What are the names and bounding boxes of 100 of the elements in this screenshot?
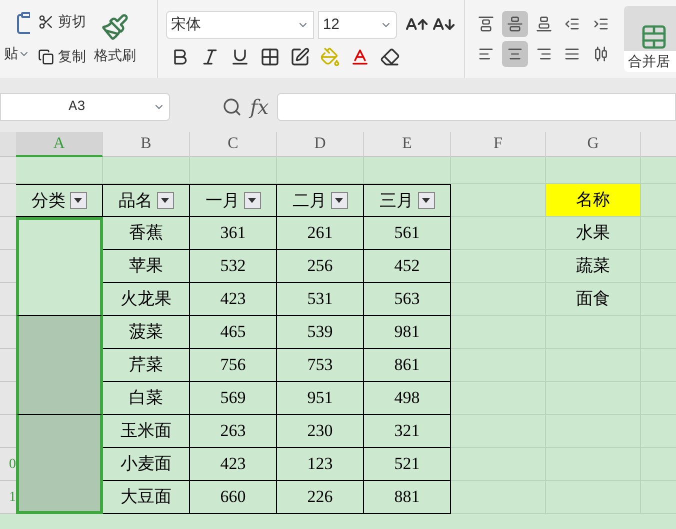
column-header[interactable]: C <box>190 132 277 157</box>
align-top-icon <box>478 16 494 32</box>
format-painter-button[interactable]: 格式刷 <box>94 0 136 78</box>
empty-cell[interactable] <box>364 157 451 184</box>
table-cell: 660 <box>190 481 277 514</box>
empty-cell[interactable] <box>190 157 277 184</box>
column-header[interactable]: D <box>277 132 364 157</box>
copy-icon <box>38 48 54 64</box>
table-cell: 香蕉 <box>103 217 190 250</box>
table-cell: 452 <box>364 250 451 283</box>
table-cell: 569 <box>190 382 277 415</box>
empty-cell[interactable] <box>451 415 546 448</box>
table-cell: 263 <box>190 415 277 448</box>
table-cell: 菠菜 <box>103 316 190 349</box>
merged-cell[interactable] <box>16 316 103 415</box>
row-header[interactable] <box>0 382 16 415</box>
align-center-icon <box>506 46 523 62</box>
row-header[interactable] <box>0 157 16 184</box>
eraser-icon[interactable] <box>380 47 400 67</box>
row-header[interactable] <box>0 250 16 283</box>
column-header[interactable]: E <box>364 132 451 157</box>
table-cell: 蔬菜 <box>546 250 641 283</box>
table-cell: 498 <box>364 382 451 415</box>
table-cell: 563 <box>364 283 451 316</box>
empty-cell[interactable] <box>451 448 546 481</box>
table-cell: 261 <box>277 217 364 250</box>
table-cell: 水果 <box>546 217 641 250</box>
empty-cell[interactable] <box>451 382 546 415</box>
align-button[interactable] <box>502 41 528 67</box>
filter-button[interactable] <box>418 192 434 209</box>
table-cell: 226 <box>277 481 364 514</box>
caret-icon <box>248 198 256 203</box>
table-cell: 230 <box>277 415 364 448</box>
font-color-icon[interactable] <box>350 47 370 67</box>
function-label[interactable]: fx <box>250 92 269 122</box>
empty-cell[interactable] <box>277 157 364 184</box>
empty-cell[interactable] <box>451 157 546 184</box>
empty-cell[interactable] <box>451 283 546 316</box>
column-header[interactable]: F <box>451 132 546 157</box>
column-title: 分类 <box>32 190 66 212</box>
empty-cell[interactable] <box>451 217 546 250</box>
filter-button[interactable] <box>244 192 260 209</box>
filter-button[interactable] <box>330 192 348 209</box>
lookup-header: 名称 <box>546 184 641 217</box>
table-cell: 321 <box>364 415 451 448</box>
filter-button[interactable] <box>70 192 86 209</box>
align-middle-icon <box>506 16 523 32</box>
table-cell: 756 <box>190 349 277 382</box>
corner-header[interactable] <box>0 132 16 157</box>
cut-button[interactable]: 剪切 <box>38 11 86 32</box>
name-box[interactable]: A3 <box>0 93 170 121</box>
table-cell: 面食 <box>546 283 641 316</box>
table-cell: 123 <box>277 448 364 481</box>
table-cell: 423 <box>190 448 277 481</box>
merge-cells-icon <box>640 23 668 51</box>
column-title: 二月 <box>292 190 326 212</box>
align-button[interactable] <box>502 11 528 37</box>
table-cell: 861 <box>364 349 451 382</box>
search-icon[interactable] <box>222 97 242 117</box>
font-name-field[interactable]: 宋体 <box>166 11 314 39</box>
row-header[interactable] <box>0 184 16 217</box>
border-style-icon[interactable] <box>290 47 310 67</box>
filter-button[interactable] <box>156 192 174 209</box>
font-size-field[interactable]: 12 <box>318 11 397 39</box>
underline-icon[interactable] <box>230 47 250 67</box>
font-size-value: 12 <box>322 14 340 35</box>
table-cell: 465 <box>190 316 277 349</box>
table-cell: 531 <box>277 283 364 316</box>
table-cell: 苹果 <box>103 250 190 283</box>
row-header[interactable] <box>0 415 16 448</box>
column-header[interactable]: B <box>103 132 190 157</box>
merge-center-button[interactable]: 合并居 <box>624 6 676 72</box>
row-header[interactable] <box>0 217 16 250</box>
align-bottom-icon <box>536 16 552 32</box>
row-header[interactable] <box>0 349 16 382</box>
table-cell: 561 <box>364 217 451 250</box>
empty-cell[interactable] <box>451 481 546 514</box>
merged-cell[interactable] <box>16 217 103 316</box>
table-cell: 521 <box>364 448 451 481</box>
row-header[interactable] <box>0 283 16 316</box>
border-icon[interactable] <box>260 47 280 67</box>
formula-input[interactable] <box>276 93 676 121</box>
empty-cell[interactable] <box>451 250 546 283</box>
table-cell: 火龙果 <box>103 283 190 316</box>
merged-cell[interactable] <box>16 415 103 514</box>
table-cell: 539 <box>277 316 364 349</box>
table-cell: 小麦面 <box>103 448 190 481</box>
column-title: 品名 <box>118 190 152 212</box>
paintbrush-icon <box>101 12 129 40</box>
fill-color-icon[interactable] <box>320 47 340 67</box>
empty-cell[interactable] <box>451 316 546 349</box>
empty-cell[interactable] <box>451 349 546 382</box>
empty-cell[interactable] <box>103 157 190 184</box>
table-cell: 361 <box>190 217 277 250</box>
column-header[interactable]: G <box>546 132 641 157</box>
caret-icon <box>161 198 169 203</box>
column-header[interactable] <box>641 132 676 157</box>
row-header[interactable] <box>0 316 16 349</box>
copy-button[interactable]: 复制 <box>38 46 86 67</box>
paste-button[interactable]: 贴 <box>4 43 30 64</box>
